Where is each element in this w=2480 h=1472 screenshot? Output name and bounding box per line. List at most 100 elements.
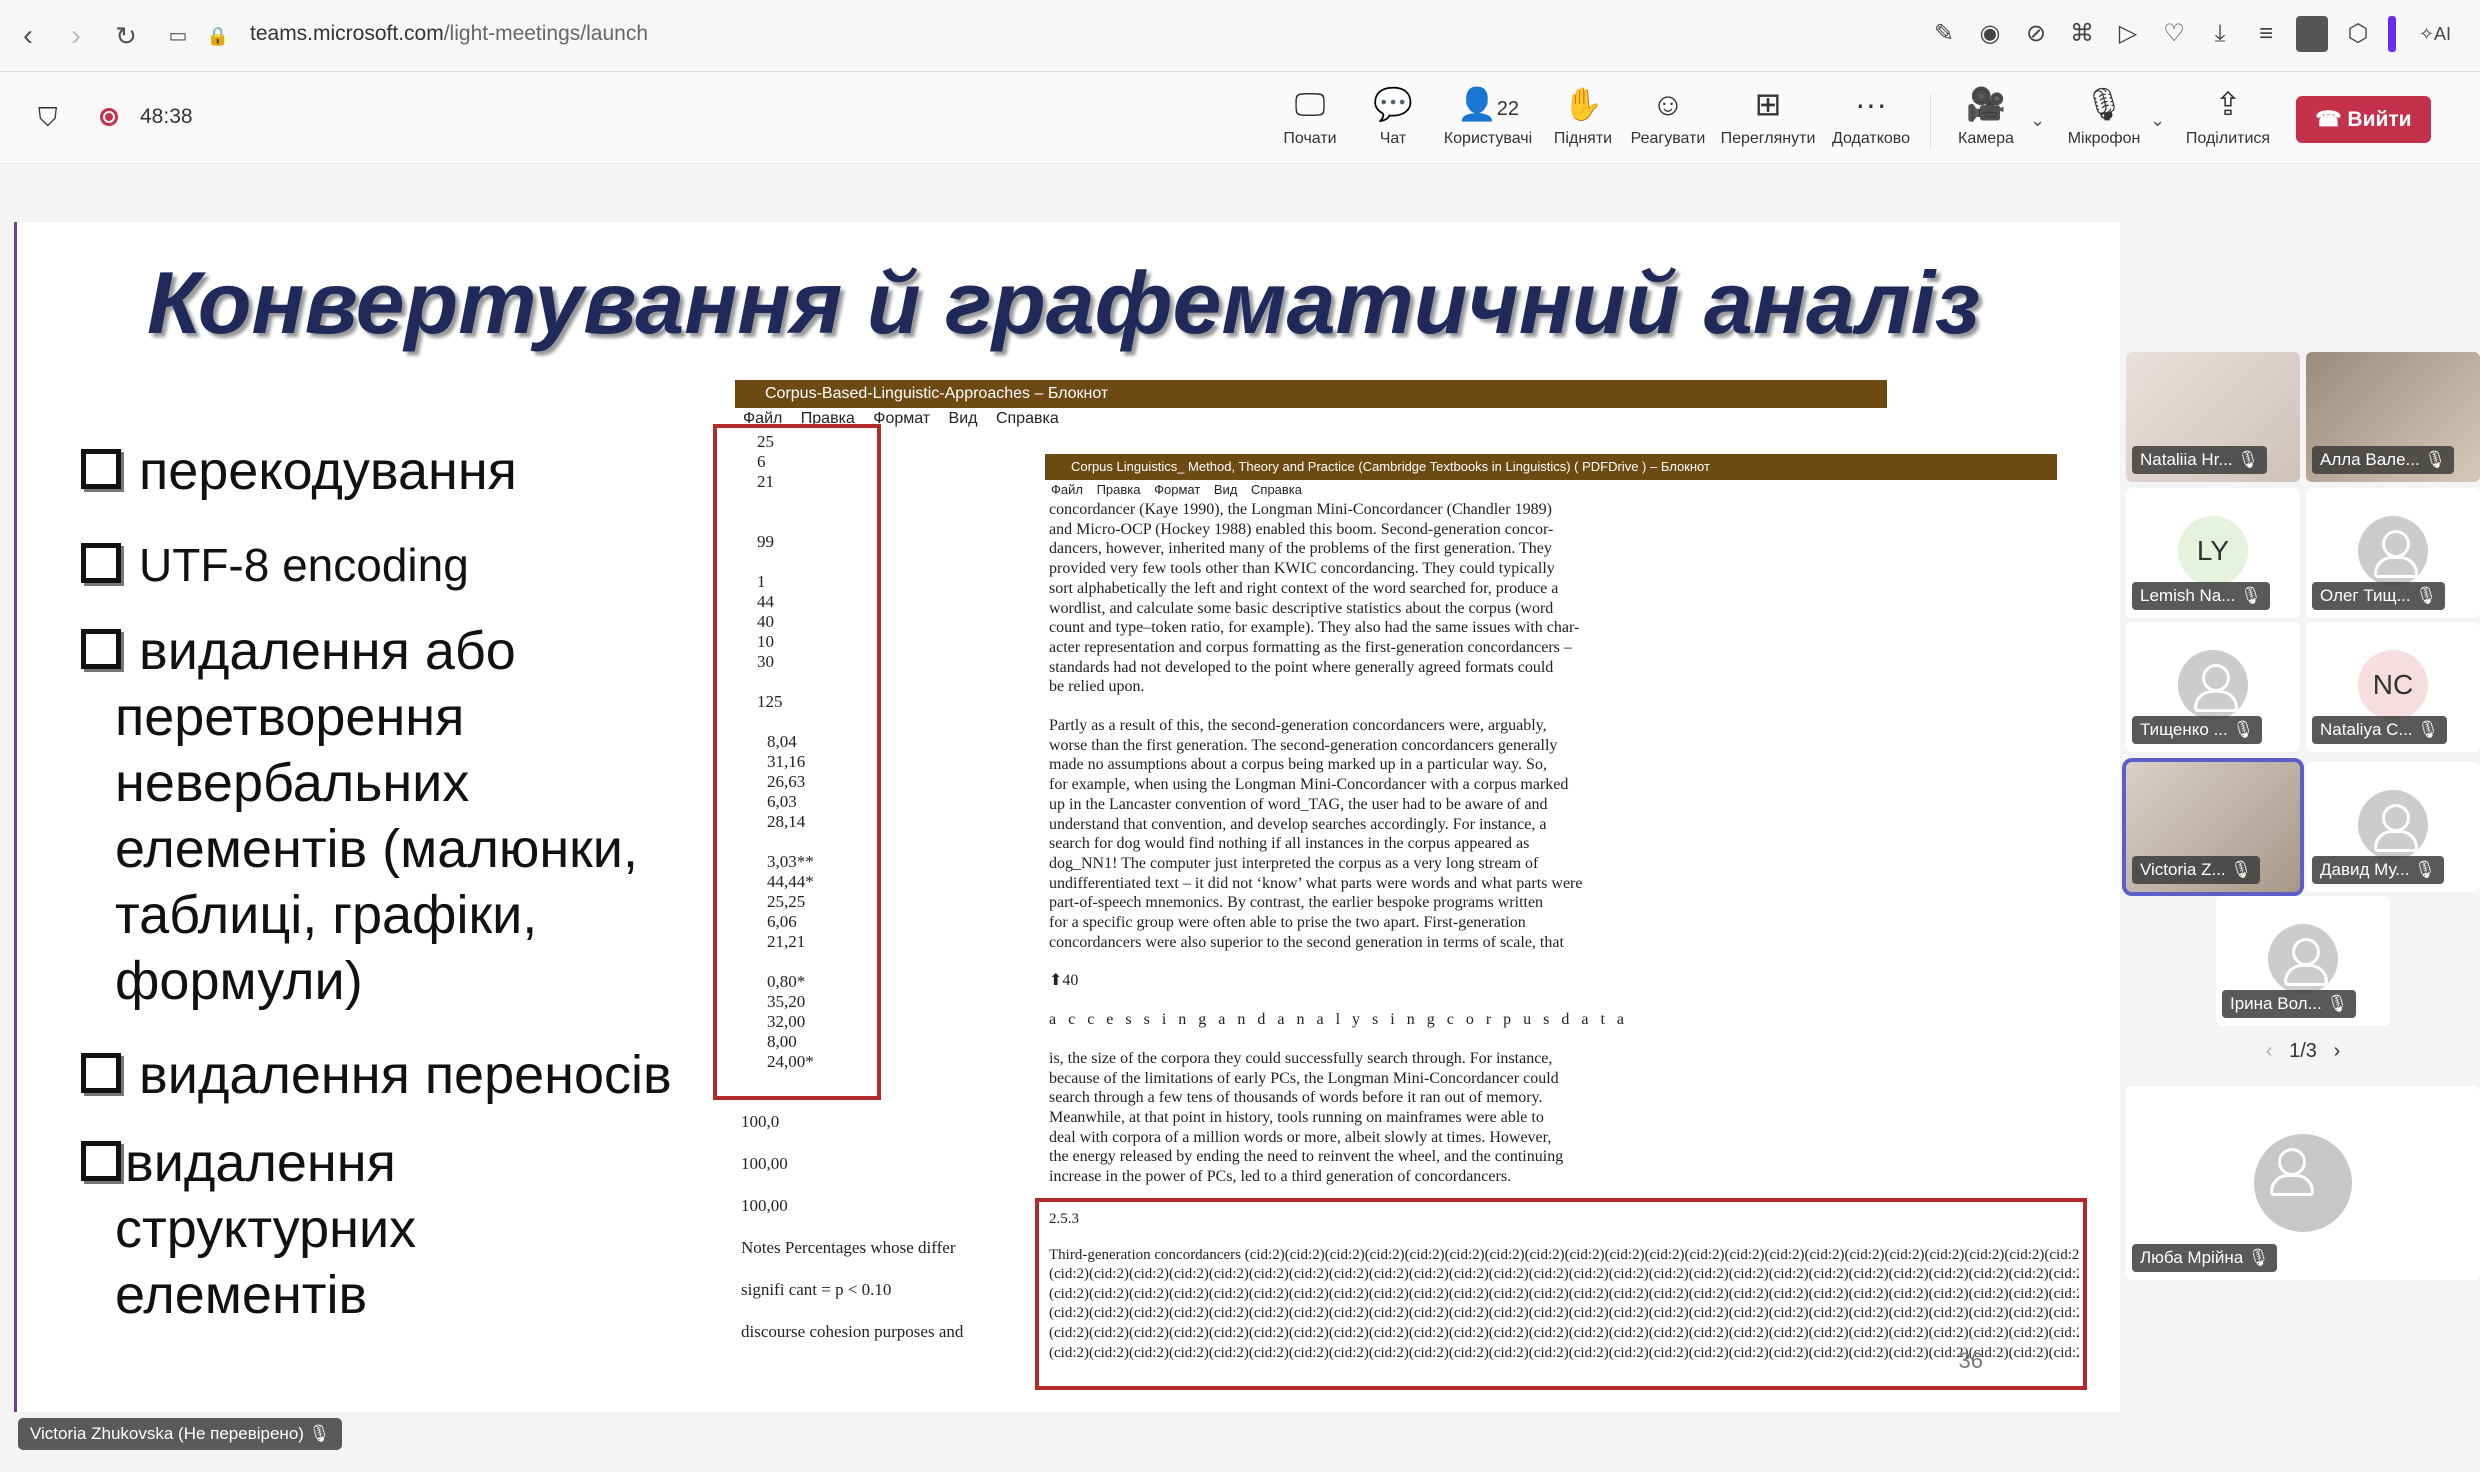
people-label: Користувачі bbox=[1443, 130, 1533, 147]
gallery-pager: ‹ 1/3 › bbox=[2126, 1040, 2480, 1063]
camera-icon[interactable]: ◉ bbox=[1974, 16, 2006, 52]
text-line: and Micro-OCP (Hockey 1988) enabled this… bbox=[1049, 520, 1554, 538]
text-line: part-of-speech mnemonics. By contrast, t… bbox=[1049, 894, 1544, 912]
participant-tile[interactable]: LY Lemish Na... 🎙 bbox=[2126, 488, 2300, 618]
participant-name: Давид Му... 🎙 bbox=[2312, 856, 2444, 884]
cube-icon[interactable]: ⬡ bbox=[2342, 16, 2374, 52]
chevron-left-icon[interactable]: ‹ bbox=[2266, 1040, 2273, 1062]
react-button[interactable]: ☺ Реагувати bbox=[1618, 84, 1718, 148]
text-line: understand that convention, and develop … bbox=[1049, 815, 1547, 833]
react-label: Реагувати bbox=[1630, 130, 1706, 147]
download-icon[interactable]: ⤓ bbox=[2204, 16, 2236, 52]
camera-button[interactable]: 🎥 Камера bbox=[1936, 84, 2036, 148]
participant-name-text: Люба Мрійна bbox=[2140, 1248, 2244, 1267]
bullet-text: елементів (малюнки, bbox=[115, 819, 638, 879]
initials-avatar: LY bbox=[2178, 516, 2248, 586]
view-icon: ⊞ bbox=[1754, 86, 1782, 122]
reload-icon[interactable]: ↻ bbox=[108, 18, 144, 54]
checkbox-icon bbox=[81, 1140, 121, 1181]
notepad2-menu: Файл Правка Формат Вид Справка bbox=[1051, 482, 1303, 497]
view-button[interactable]: ⊞ Переглянути bbox=[1718, 84, 1818, 148]
table-value: 100,00 bbox=[741, 1154, 788, 1173]
text-line: acter representation and corpus formatti… bbox=[1049, 638, 1572, 656]
page-number: 36 bbox=[1958, 1348, 1983, 1373]
toolbar-divider bbox=[1930, 94, 1931, 150]
text-line: be relied upon. bbox=[1049, 678, 1145, 696]
participant-name: Lemish Na... 🎙 bbox=[2132, 582, 2270, 610]
chat-button[interactable]: 💬 Чат bbox=[1343, 84, 1443, 148]
text-line: search for dog would find nothing if all… bbox=[1049, 835, 1530, 853]
forward-icon[interactable]: › bbox=[58, 18, 94, 54]
mic-button[interactable]: 🎙 Мікрофон bbox=[2054, 84, 2154, 148]
bullet-text: перетворення bbox=[115, 687, 465, 747]
shield-icon[interactable]: ⛉ bbox=[38, 102, 58, 134]
bullet-text: таблиці, графіки, bbox=[115, 885, 538, 945]
bullet-item: видалення або bbox=[81, 618, 516, 684]
text-line: dancers, however, inherited many of the … bbox=[1049, 540, 1552, 558]
notepad2-titlebar: Corpus Linguistics_ Method, Theory and P… bbox=[1045, 454, 2057, 480]
chevron-down-icon[interactable]: ⌄ bbox=[2030, 110, 2045, 131]
ai-button[interactable]: ✧AI bbox=[2410, 16, 2460, 52]
url-host: teams.microsoft.com bbox=[250, 22, 444, 45]
share-button[interactable]: ⇪ Поділитися bbox=[2178, 84, 2278, 148]
text-line: increase in the power of PCs, led to a t… bbox=[1049, 1168, 1512, 1186]
ai-label: AI bbox=[2434, 24, 2452, 44]
view-label: Переглянути bbox=[1720, 130, 1816, 147]
text-line: dog_NN1! The computer just interpreted t… bbox=[1049, 854, 1539, 872]
participant-tile[interactable]: Давид Му... 🎙 bbox=[2306, 762, 2480, 892]
tab-cast-icon[interactable]: ▭ bbox=[160, 18, 196, 54]
more-button[interactable]: ··· Додатково bbox=[1821, 84, 1921, 148]
chevron-right-icon[interactable]: › bbox=[2334, 1040, 2341, 1062]
lock-icon: 🔒 bbox=[206, 26, 230, 46]
participant-name: Тищенко ... 🎙 bbox=[2132, 716, 2263, 744]
participant-tile[interactable]: Тищенко ... 🎙 bbox=[2126, 622, 2300, 752]
bullet-text: структурних bbox=[115, 1199, 417, 1259]
heart-icon[interactable]: ♡ bbox=[2158, 16, 2190, 52]
page-marker-value: 40 bbox=[1062, 972, 1079, 990]
cid-line: Third-generation concordancers (cid:2)(c… bbox=[1049, 1247, 2079, 1263]
table-value: 100,0 bbox=[741, 1112, 780, 1131]
participant-name: Люба Мрійна 🎙 bbox=[2132, 1244, 2278, 1272]
participant-tile-large[interactable]: Люба Мрійна 🎙 bbox=[2126, 1086, 2480, 1280]
text-line: for a specific group were often able to … bbox=[1049, 914, 1526, 932]
phone-icon: ☎ bbox=[2315, 108, 2348, 131]
checkbox-icon bbox=[81, 1052, 121, 1093]
text-line: up in the Lancaster convention of word_T… bbox=[1049, 795, 1548, 813]
text-line: undifferentiated text – it did not ‘know… bbox=[1049, 874, 1583, 892]
menu-icon[interactable]: ≡ bbox=[2250, 16, 2282, 52]
shared-slide: Конвертування й графематичний аналіз пер… bbox=[14, 222, 2120, 1412]
text-line: concordancers were also superior to the … bbox=[1049, 933, 1564, 951]
block-icon[interactable]: ⊘ bbox=[2020, 16, 2052, 52]
translate-icon[interactable]: ⌘ bbox=[2066, 16, 2098, 52]
section-heading: a c c e s s i n g a n d a n a l y s i n … bbox=[1049, 1011, 1629, 1029]
text-line: the energy released by ending the need t… bbox=[1049, 1148, 1564, 1166]
bullet-text: видалення bbox=[125, 1133, 396, 1193]
text-line: is, the size of the corpora they could s… bbox=[1049, 1049, 1553, 1067]
chevron-down-icon[interactable]: ⌄ bbox=[2150, 110, 2165, 131]
people-count: 22 bbox=[1496, 98, 1520, 120]
participant-tile[interactable]: Ірина Вол... 🎙 bbox=[2216, 896, 2390, 1026]
initials-avatar: NC bbox=[2358, 650, 2428, 720]
pager-text: 1/3 bbox=[2289, 1040, 2317, 1062]
avatar-icon bbox=[2254, 1134, 2352, 1232]
back-icon[interactable]: ‹ bbox=[10, 18, 46, 54]
edit-icon[interactable]: ✎ bbox=[1928, 16, 1960, 52]
leave-button[interactable]: ☎ Вийти bbox=[2296, 96, 2431, 143]
play-icon[interactable]: ▷ bbox=[2112, 16, 2144, 52]
bullet-item: UTF-8 encoding bbox=[81, 532, 469, 598]
participant-tile[interactable]: Nataliia Hr... 🎙 bbox=[2126, 352, 2300, 482]
slide-title: Конвертування й графематичний аналіз bbox=[147, 253, 1981, 352]
notepad2-text: concordancer (Kaye 1990), the Longman Mi… bbox=[1049, 500, 1689, 1206]
text-line: sort alphabetically the left and right c… bbox=[1049, 579, 1559, 597]
profile-avatar[interactable] bbox=[2296, 16, 2328, 52]
people-button[interactable]: 👤22 Користувачі bbox=[1438, 84, 1538, 148]
participant-tile[interactable]: NC Nataliya C... 🎙 bbox=[2306, 622, 2480, 752]
cid-line: (cid:2)(cid:2)(cid:2)(cid:2)(cid:2)(cid:… bbox=[1049, 1305, 2079, 1321]
participant-tile[interactable]: Олег Тищ... 🎙 bbox=[2306, 488, 2480, 618]
participant-name: Victoria Z... 🎙 bbox=[2132, 856, 2260, 884]
cid-line: (cid:2)(cid:2)(cid:2)(cid:2)(cid:2)(cid:… bbox=[1049, 1345, 2079, 1361]
participant-tile[interactable]: Алла Вале... 🎙 bbox=[2306, 352, 2480, 482]
participant-tile[interactable]: Victoria Z... 🎙 bbox=[2122, 758, 2304, 896]
highlight-box: 2.5.3 Third-generation concordancers (ci… bbox=[1035, 1198, 2087, 1390]
address-bar[interactable]: teams.microsoft.com/light-meetings/launc… bbox=[250, 22, 648, 46]
